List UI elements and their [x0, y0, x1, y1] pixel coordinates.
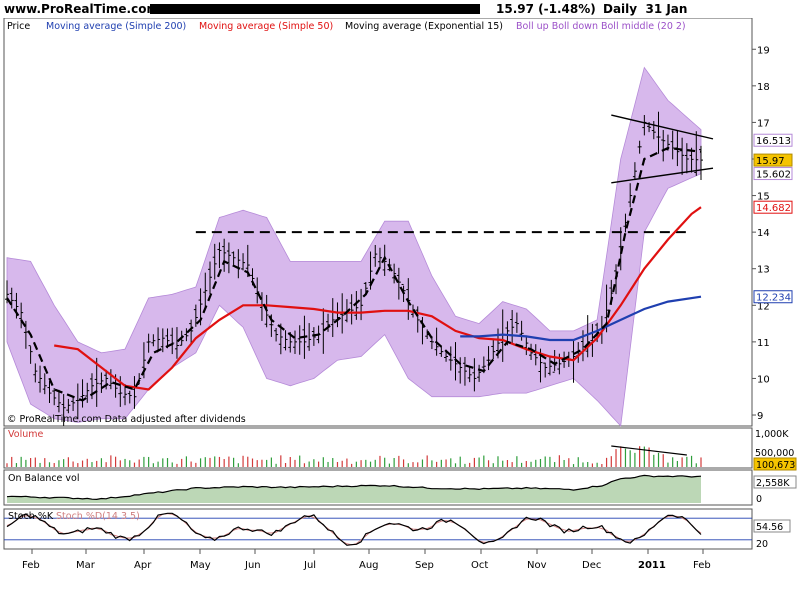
x-tick-label: May	[190, 560, 211, 571]
legend-ma200: Moving average (Simple 200)	[46, 21, 186, 32]
legend-price: Price	[7, 21, 30, 32]
site-name[interactable]: www.ProRealTime.com	[4, 2, 159, 16]
y-tick-label: 17	[757, 118, 770, 129]
obv-tick-zero: 0	[756, 494, 762, 505]
legend-ema15: Moving average (Exponential 15)	[345, 21, 503, 32]
x-tick-label: Nov	[527, 560, 547, 571]
volume-last-value: 100,673	[756, 460, 795, 471]
stoch-last-value: 54.56	[756, 522, 783, 533]
legend-bollinger: Boll up Boll down Boll middle (20 2)	[516, 21, 686, 32]
x-tick-label: Feb	[693, 560, 711, 571]
stoch-title: Stoch %K	[8, 511, 54, 522]
x-tick-label: Jun	[244, 560, 261, 571]
x-tick-label: Sep	[415, 560, 434, 571]
x-tick-label: 2011	[638, 560, 666, 571]
y-tick-label: 14	[757, 228, 770, 239]
period-label[interactable]: Daily	[603, 2, 637, 16]
value-tag-label: 15.97	[756, 156, 785, 167]
obv-tick-top: 2,558K	[756, 478, 790, 489]
stoch-low-value: 20	[756, 539, 768, 550]
volume-title: Volume	[8, 429, 43, 440]
value-tag-label: 14.682	[756, 203, 791, 214]
x-tick-label: Aug	[359, 560, 379, 571]
x-tick-label: Apr	[134, 560, 152, 571]
value-tag-label: 15.602	[756, 170, 791, 181]
redacted-instrument	[150, 4, 480, 14]
x-tick-label: Feb	[22, 560, 40, 571]
period: Daily 31 Jan	[603, 2, 687, 16]
value-tag-label: 16.513	[756, 136, 791, 147]
x-tick-label: Dec	[582, 560, 601, 571]
y-tick-label: 19	[757, 45, 770, 56]
x-tick-label: Jul	[303, 560, 316, 571]
stoch-subtitle: Stoch %D(14 3 5)	[56, 511, 140, 522]
x-tick-label: Oct	[471, 560, 488, 571]
legend-ma50: Moving average (Simple 50)	[199, 21, 333, 32]
top-bar: www.ProRealTime.com 15.97 (-1.48%) Daily…	[0, 0, 800, 18]
y-tick-label: 9	[757, 411, 763, 422]
volume-tick-500k: 500,000	[755, 448, 794, 459]
watermark: © ProRealTime.com Data adjusted after di…	[7, 414, 246, 425]
y-tick-label: 11	[757, 338, 770, 349]
obv-title: On Balance vol	[8, 473, 80, 484]
y-tick-label: 10	[757, 374, 770, 385]
x-tick-label: Mar	[76, 560, 96, 571]
y-tick-label: 18	[757, 82, 770, 93]
quote: 15.97 (-1.48%)	[496, 2, 596, 16]
chart-area[interactable]: 91011121314151617181916.51315.9715.60214…	[0, 18, 800, 600]
period-date: 31 Jan	[645, 2, 688, 16]
volume-tick-1000k: 1,000K	[755, 429, 789, 440]
value-tag-label: 12.234	[756, 293, 791, 304]
y-tick-label: 13	[757, 265, 770, 276]
